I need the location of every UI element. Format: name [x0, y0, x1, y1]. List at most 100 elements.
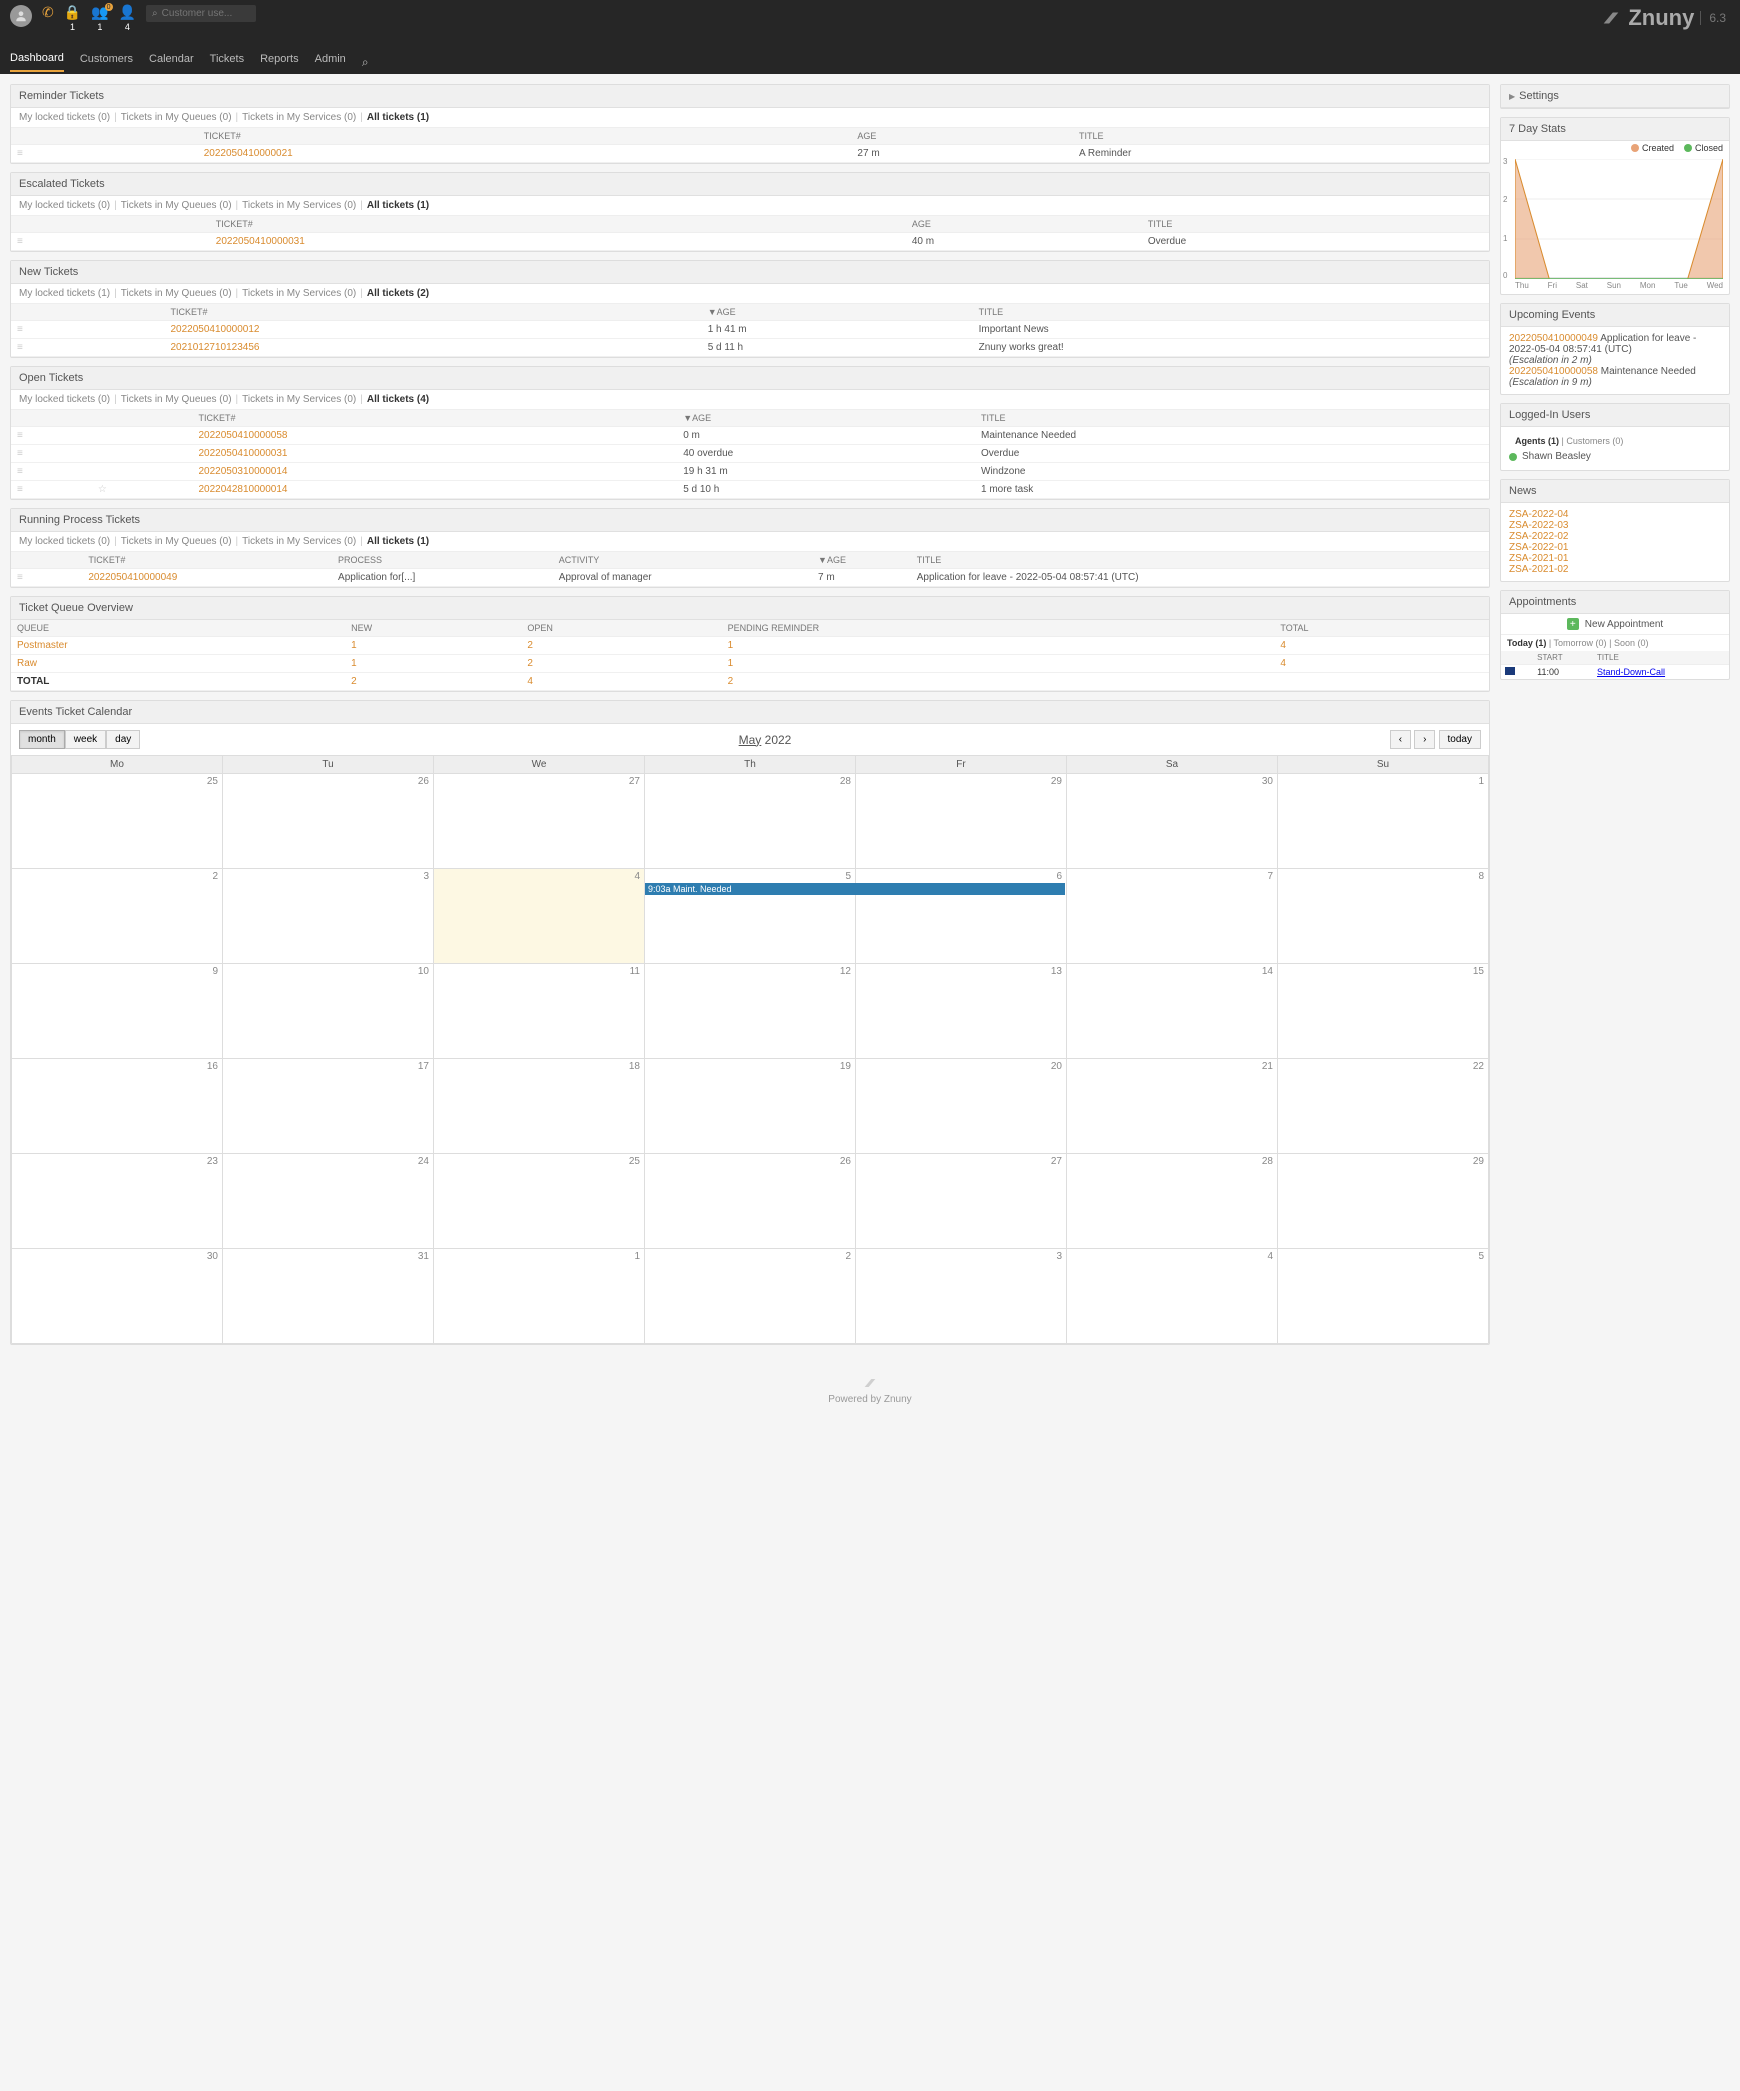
ticket-link[interactable]: 2022050310000014	[198, 466, 287, 477]
calendar-cell[interactable]: 1	[434, 1249, 645, 1344]
filter-tab[interactable]: Tickets in My Services (0)	[242, 394, 356, 405]
drag-icon[interactable]: ≡	[17, 572, 22, 583]
nav-tickets[interactable]: Tickets	[210, 53, 244, 71]
apt-tab[interactable]: Today (1)	[1507, 638, 1546, 648]
ticket-link[interactable]: 2022050410000049	[88, 572, 177, 583]
filter-tab[interactable]: Tickets in My Services (0)	[242, 112, 356, 123]
star-icon[interactable]: ☆	[98, 484, 107, 495]
cal-next-button[interactable]: ›	[1414, 730, 1435, 749]
filter-tab[interactable]: Tickets in My Queues (0)	[121, 112, 232, 123]
calendar-cell[interactable]: 17	[223, 1059, 434, 1154]
ticket-link[interactable]: 2022042810000014	[198, 484, 287, 495]
calendar-cell[interactable]: 28	[1067, 1154, 1278, 1249]
filter-tab[interactable]: All tickets (2)	[367, 288, 429, 299]
news-link[interactable]: ZSA-2022-04	[1509, 509, 1568, 520]
calendar-cell[interactable]: 3	[223, 869, 434, 964]
col-header[interactable]: ▼AGE	[812, 552, 911, 569]
filter-tab[interactable]: Tickets in My Services (0)	[242, 288, 356, 299]
customer-search[interactable]: ⌕	[146, 5, 256, 22]
calendar-cell[interactable]: 19	[645, 1059, 856, 1154]
calendar-cell[interactable]: 23	[12, 1154, 223, 1249]
filter-tab[interactable]: Tickets in My Queues (0)	[121, 200, 232, 211]
count-link[interactable]: 4	[1280, 640, 1286, 651]
filter-tab[interactable]: My locked tickets (0)	[19, 536, 110, 547]
filter-tab[interactable]: All tickets (1)	[367, 200, 429, 211]
news-link[interactable]: ZSA-2021-02	[1509, 564, 1568, 575]
calendar-cell[interactable]: 7	[1067, 869, 1278, 964]
calendar-cell[interactable]: 13	[856, 964, 1067, 1059]
ticket-link[interactable]: 2022050410000031	[198, 448, 287, 459]
filter-tab[interactable]: Tickets in My Queues (0)	[121, 394, 232, 405]
nav-customers[interactable]: Customers	[80, 53, 133, 71]
count-link[interactable]: 2	[728, 676, 734, 687]
calendar-cell[interactable]: 25	[12, 774, 223, 869]
calendar-cell[interactable]: 11	[434, 964, 645, 1059]
cal-view-week[interactable]: week	[65, 730, 106, 749]
filter-tab[interactable]: All tickets (1)	[367, 112, 429, 123]
apt-title-link[interactable]: Stand-Down-Call	[1597, 667, 1665, 677]
count-link[interactable]: 2	[351, 676, 357, 687]
count-link[interactable]: 1	[728, 640, 734, 651]
calendar-cell[interactable]: 5	[1278, 1249, 1489, 1344]
count-link[interactable]: 4	[1280, 658, 1286, 669]
avatar[interactable]	[10, 5, 32, 27]
calendar-cell[interactable]: 29	[1278, 1154, 1489, 1249]
ticket-link[interactable]: 2022050410000012	[170, 324, 259, 335]
nav-search-icon[interactable]: ⌕	[362, 55, 369, 70]
calendar-cell[interactable]: 1	[1278, 774, 1489, 869]
calendar-cell[interactable]: 25	[434, 1154, 645, 1249]
col-header[interactable]: AGE	[906, 216, 1142, 233]
calendar-cell[interactable]: 18	[434, 1059, 645, 1154]
drag-icon[interactable]: ≡	[17, 324, 22, 335]
cal-view-month[interactable]: month	[19, 730, 65, 749]
filter-tab[interactable]: Tickets in My Services (0)	[242, 200, 356, 211]
nav-reports[interactable]: Reports	[260, 53, 299, 71]
calendar-cell[interactable]: 59:03a Maint. Needed	[645, 869, 856, 964]
calendar-cell[interactable]: 26	[223, 774, 434, 869]
calendar-cell[interactable]: 27	[434, 774, 645, 869]
news-link[interactable]: ZSA-2022-03	[1509, 520, 1568, 531]
login-tab[interactable]: Agents (1)	[1515, 436, 1559, 446]
cal-today-button[interactable]: today	[1439, 730, 1481, 749]
calendar-cell[interactable]: 27	[856, 1154, 1067, 1249]
drag-icon[interactable]: ≡	[17, 484, 22, 495]
drag-icon[interactable]: ≡	[17, 430, 22, 441]
calendar-cell[interactable]: 3	[856, 1249, 1067, 1344]
calendar-cell[interactable]: 22	[1278, 1059, 1489, 1154]
calendar-cell[interactable]: 9	[12, 964, 223, 1059]
drag-icon[interactable]: ≡	[17, 236, 22, 247]
calendar-cell[interactable]: 15	[1278, 964, 1489, 1059]
ticket-link[interactable]: 2021012710123456	[170, 342, 259, 353]
users-icon[interactable]: 👥01	[91, 5, 108, 37]
calendar-cell[interactable]: 30	[1067, 774, 1278, 869]
col-header[interactable]: AGE	[851, 128, 1073, 145]
calendar-cell[interactable]: 16	[12, 1059, 223, 1154]
calendar-cell[interactable]: 24	[223, 1154, 434, 1249]
calendar-cell[interactable]: 20	[856, 1059, 1067, 1154]
phone-icon[interactable]: ✆	[42, 5, 54, 37]
ticket-link[interactable]: 2022050410000058	[198, 430, 287, 441]
col-header[interactable]: ▼AGE	[702, 304, 973, 321]
calendar-cell[interactable]: 2	[12, 869, 223, 964]
calendar-cell[interactable]: 8	[1278, 869, 1489, 964]
drag-icon[interactable]: ≡	[17, 466, 22, 477]
user-icon[interactable]: 👤4	[119, 5, 136, 37]
filter-tab[interactable]: My locked tickets (0)	[19, 394, 110, 405]
calendar-cell[interactable]: 14	[1067, 964, 1278, 1059]
calendar-cell[interactable]: 31	[223, 1249, 434, 1344]
calendar-cell[interactable]: 26	[645, 1154, 856, 1249]
lock-icon[interactable]: 🔒1	[64, 5, 81, 37]
count-link[interactable]: 2	[527, 658, 533, 669]
filter-tab[interactable]: Tickets in My Services (0)	[242, 536, 356, 547]
calendar-cell[interactable]: 12	[645, 964, 856, 1059]
cal-prev-button[interactable]: ‹	[1390, 730, 1411, 749]
calendar-cell[interactable]: 28	[645, 774, 856, 869]
ticket-link[interactable]: 2022050410000031	[216, 236, 305, 247]
ticket-link[interactable]: 2022050410000021	[204, 148, 293, 159]
calendar-cell[interactable]: 4	[1067, 1249, 1278, 1344]
nav-calendar[interactable]: Calendar	[149, 53, 194, 71]
count-link[interactable]: 1	[351, 640, 357, 651]
count-link[interactable]: 2	[527, 640, 533, 651]
count-link[interactable]: 4	[527, 676, 533, 687]
calendar-event[interactable]: 9:03a Maint. Needed	[645, 883, 1065, 895]
